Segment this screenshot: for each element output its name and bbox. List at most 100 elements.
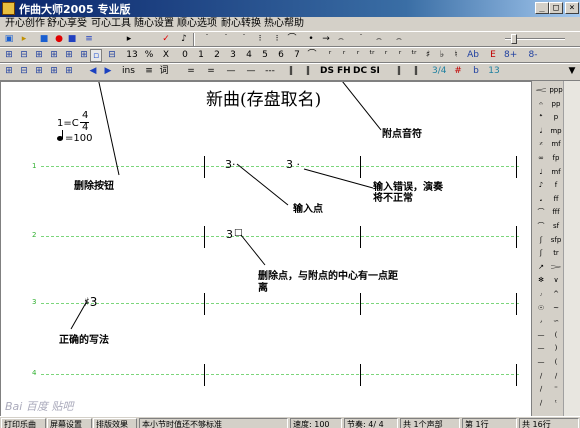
palette-symbol[interactable]: (	[548, 329, 564, 342]
slur-icon[interactable]: ⌢	[335, 33, 347, 46]
triple-dot-icon[interactable]: ⁝	[271, 33, 283, 46]
palette-symbol[interactable]: ⁼	[548, 383, 564, 396]
align-icon-3[interactable]: ⊞	[33, 49, 45, 62]
screen-settings-button[interactable]: 屏幕设置	[47, 418, 92, 428]
layout-icon-1[interactable]: ⊞	[3, 65, 15, 78]
palette-symbol[interactable]: 𝆒	[533, 84, 549, 97]
palette-symbol[interactable]: mf	[548, 138, 564, 151]
align-icon-6[interactable]: ⊞	[78, 49, 90, 62]
dash-button-1[interactable]: —	[225, 65, 237, 78]
palette-symbol[interactable]: ✻	[533, 274, 549, 287]
dash-button-2[interactable]: —	[245, 65, 257, 78]
arc-icon[interactable]: ⌢	[373, 33, 385, 46]
palette-symbol[interactable]: —	[533, 356, 549, 369]
note-1-button[interactable]: 1	[195, 49, 207, 62]
arc-icon-2[interactable]: ⌢	[393, 33, 405, 46]
palette-symbol[interactable]: 𝆕	[533, 288, 549, 301]
menu-help[interactable]: 热心帮助	[264, 17, 304, 31]
palette-symbol[interactable]: —	[533, 342, 549, 355]
delete-button[interactable]: ▫	[90, 49, 102, 62]
note-2-button[interactable]: 2	[211, 49, 223, 62]
record-icon[interactable]: ●	[53, 33, 65, 46]
menu-settings[interactable]: 随心设置	[134, 17, 174, 31]
tie-icon[interactable]: ⌒	[286, 33, 298, 46]
note-7-button[interactable]: 7	[291, 49, 303, 62]
palette-symbol[interactable]: ʃ	[533, 247, 549, 260]
natural-button[interactable]: ♮	[450, 49, 462, 62]
percent-button[interactable]: %	[143, 49, 155, 62]
palette-symbol[interactable]: ∕	[533, 370, 549, 383]
palette-symbol[interactable]: 𝄎	[533, 138, 549, 151]
palette-symbol[interactable]: ⌒	[533, 220, 549, 233]
equal-button-1[interactable]: =	[185, 65, 197, 78]
palette-symbol[interactable]: ^	[548, 288, 564, 301]
palette-symbol[interactable]: ᵗ	[548, 397, 564, 410]
align-icon-1[interactable]: ⊞	[3, 49, 15, 62]
palette-symbol[interactable]: 𝅘𝅥	[533, 125, 549, 138]
layout-icon-3[interactable]: ⊞	[33, 65, 45, 78]
dc-button[interactable]: DC	[353, 65, 367, 78]
align-icon-2[interactable]: ⊟	[18, 49, 30, 62]
palette-symbol[interactable]: ppp	[548, 84, 564, 97]
barline-button-2[interactable]: ‖	[302, 65, 314, 78]
double-dot-icon[interactable]: ⁝	[254, 33, 266, 46]
palette-symbol[interactable]: f	[548, 179, 564, 192]
check-icon[interactable]: ✓	[160, 33, 172, 46]
palette-symbol[interactable]: ↗	[533, 261, 549, 274]
typeset-button[interactable]: 排版效果	[93, 418, 137, 428]
key-ab-button[interactable]: Ab	[467, 49, 479, 62]
flat-key-button[interactable]: b	[470, 65, 482, 78]
list-icon[interactable]: ≡	[83, 33, 95, 46]
menu-convert[interactable]: 耐心转换	[221, 17, 261, 31]
layout-icon-4[interactable]: ⊞	[48, 65, 60, 78]
palette-symbol[interactable]: sfp	[548, 234, 564, 247]
palette-symbol[interactable]: —	[533, 329, 549, 342]
key-e-button[interactable]: E	[487, 49, 499, 62]
triplet-button[interactable]: 13	[126, 49, 138, 62]
palette-symbol[interactable]: mp	[548, 125, 564, 138]
tuplet-button[interactable]: 13	[488, 65, 500, 78]
palette-symbol[interactable]: mf	[548, 166, 564, 179]
insert-icon[interactable]: ⊟	[106, 49, 118, 62]
palette-symbol[interactable]: p	[548, 111, 564, 124]
insert-mode-button[interactable]: ins	[122, 65, 135, 78]
stop-icon[interactable]: ■	[38, 33, 50, 46]
dot-low-icon[interactable]: ˙	[238, 33, 250, 46]
dot-icon[interactable]: ˙	[355, 33, 367, 46]
equal-button-2[interactable]: =	[205, 65, 217, 78]
menu-compose[interactable]: 开心创作	[5, 17, 45, 31]
palette-symbol[interactable]: ⌒	[533, 206, 549, 219]
arrow-icon[interactable]: →	[320, 33, 332, 46]
close-button[interactable]: ×	[565, 2, 579, 14]
beam-button-3[interactable]: ʳ	[352, 49, 364, 62]
menu-enjoy[interactable]: 舒心享受	[47, 17, 87, 31]
palette-symbol[interactable]: fp	[548, 152, 564, 165]
score-canvas[interactable]: 新曲(存盘取名) 1=C 4 4 =100 1 3· 3 · 2 3 □ 3 ♯…	[0, 81, 531, 416]
minimize-button[interactable]: _	[535, 2, 549, 14]
layout-icon-2[interactable]: ⊟	[18, 65, 30, 78]
open-icon[interactable]: ▸	[18, 33, 30, 46]
palette-symbol[interactable]: )	[548, 342, 564, 355]
palette-symbol[interactable]: ☉	[533, 302, 549, 315]
palette-symbol[interactable]: ∽	[548, 315, 564, 328]
trill-button-2[interactable]: ᵗʳ	[408, 49, 420, 62]
print-button[interactable]: 打印乐曲	[1, 418, 46, 428]
barline-button-1[interactable]: ‖	[285, 65, 297, 78]
note-6-button[interactable]: 6	[275, 49, 287, 62]
align-icon-4[interactable]: ⊞	[48, 49, 60, 62]
time-signature-button[interactable]: 3/4	[432, 65, 446, 78]
note-3-button[interactable]: 3	[227, 49, 239, 62]
palette-symbol[interactable]: ff	[548, 193, 564, 206]
palette-symbol[interactable]: 𝅘	[533, 193, 549, 206]
sharp-button[interactable]: ♯	[422, 49, 434, 62]
palette-symbol[interactable]: ♩	[533, 166, 549, 179]
dropdown-arrow-icon[interactable]: ▼	[566, 65, 578, 78]
palette-symbol[interactable]: ∨	[548, 274, 564, 287]
note-5-button[interactable]: 5	[259, 49, 271, 62]
palette-symbol[interactable]: ♪	[533, 179, 549, 192]
repeat-button-2[interactable]: ‖	[410, 65, 422, 78]
beam-button-2[interactable]: ʳ	[338, 49, 350, 62]
menu-options[interactable]: 顺心选项	[177, 17, 217, 31]
note-4-button[interactable]: 4	[243, 49, 255, 62]
palette-symbol[interactable]: fff	[548, 206, 564, 219]
